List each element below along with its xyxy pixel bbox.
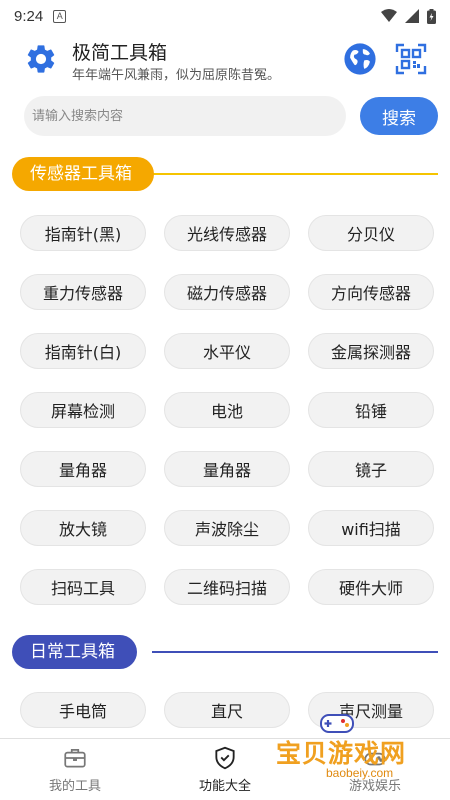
tool-metal-detector[interactable]: 金属探测器 [308,333,434,369]
tool-battery[interactable]: 电池 [164,392,290,428]
app-header: 极简工具箱 年年端午风兼雨，似为屈原陈昔冤。 [0,36,450,86]
section-title-daily: 日常工具箱 [12,635,137,669]
nav-label: 我的工具 [48,779,101,794]
tool-wifi-scan[interactable]: wifi扫描 [308,510,434,546]
nav-my-tools[interactable]: 我的工具 [0,739,150,800]
globe-icon[interactable] [343,42,377,76]
tool-ruler[interactable]: 直尺 [164,692,290,728]
watermark-title: 宝贝游戏网 [276,739,407,768]
briefcase-icon [64,749,86,768]
battery-icon [427,8,436,24]
section-title-sensors: 传感器工具箱 [12,157,154,191]
notification-icon: A [53,9,67,23]
tool-compass-white[interactable]: 指南针(白) [20,333,146,369]
tool-protractor-2[interactable]: 量角器 [164,451,290,487]
app-title: 极简工具箱 [72,42,168,64]
gamepad-logo-icon [320,714,354,733]
gear-icon[interactable] [24,42,58,76]
status-time: 9:24 [14,7,44,25]
tool-code-scanner[interactable]: 扫码工具 [20,569,146,605]
wifi-icon [381,9,397,22]
section-header-sensors: 传感器工具箱 [12,157,438,191]
section-divider [152,651,438,653]
watermark-url: baobeiy.com [326,766,394,780]
app-subtitle: 年年端午风兼雨，似为屈原陈昔冤。 [72,68,281,83]
status-bar: 9:24 A [0,0,450,32]
tool-sonic-dust[interactable]: 声波除尘 [164,510,290,546]
search-input[interactable] [24,96,346,136]
section-header-daily: 日常工具箱 [12,635,438,669]
tool-orientation-sensor[interactable]: 方向传感器 [308,274,434,310]
nav-label: 功能大全 [198,779,251,794]
watermark: 宝贝游戏网 baobeiy.com [276,712,446,792]
signal-icon [405,9,419,23]
tool-magnifier[interactable]: 放大镜 [20,510,146,546]
tool-flashlight[interactable]: 手电筒 [20,692,146,728]
tool-mirror[interactable]: 镜子 [308,451,434,487]
qr-scan-icon[interactable] [395,43,427,75]
tool-hardware-master[interactable]: 硬件大师 [308,569,434,605]
tool-screen-test[interactable]: 屏幕检测 [20,392,146,428]
tool-light-sensor[interactable]: 光线传感器 [164,215,290,251]
status-icons [381,8,436,24]
search-button[interactable]: 搜索 [360,97,438,135]
tool-gravity-sensor[interactable]: 重力传感器 [20,274,146,310]
tool-level[interactable]: 水平仪 [164,333,290,369]
shield-check-icon [215,746,235,770]
section-divider [152,173,438,175]
sensor-tool-grid: 指南针(黑) 光线传感器 分贝仪 重力传感器 磁力传感器 方向传感器 指南针(白… [20,215,434,605]
tool-qr-scanner[interactable]: 二维码扫描 [164,569,290,605]
tool-decibel-meter[interactable]: 分贝仪 [308,215,434,251]
tool-plumb-bob[interactable]: 铅锤 [308,392,434,428]
tool-compass-black[interactable]: 指南针(黑) [20,215,146,251]
tool-protractor[interactable]: 量角器 [20,451,146,487]
tool-magnetic-sensor[interactable]: 磁力传感器 [164,274,290,310]
